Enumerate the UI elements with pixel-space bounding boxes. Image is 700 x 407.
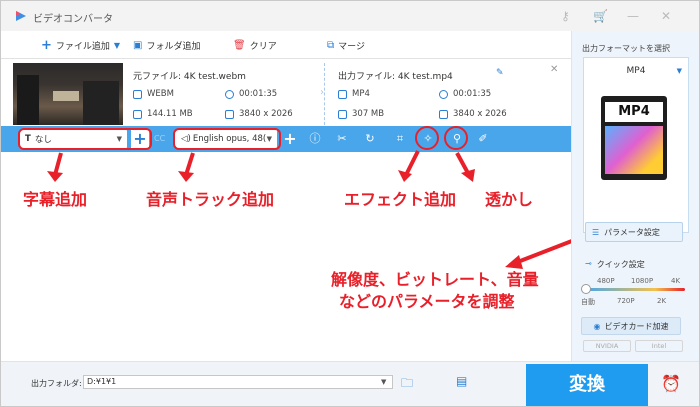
tick-480p: 480P [597, 277, 615, 285]
file-divider [324, 63, 325, 125]
selected-format: MP4 [626, 66, 646, 76]
subtitle-highlight [18, 128, 152, 150]
source-resolution: 3840 x 2026 [225, 109, 293, 119]
sliders-icon: ☰ [592, 227, 600, 237]
remove-file-icon[interactable]: ✕ [550, 64, 558, 75]
minimize-icon[interactable]: — [627, 9, 639, 23]
output-duration: 00:01:35 [439, 89, 491, 99]
effect-annotation: エフェクト追加 [344, 190, 457, 209]
cut-icon[interactable]: ✂ [335, 132, 349, 146]
app-window: ビデオコンバータ ⚷ 🛒 — ✕ + ファイル追加 ▼ ▣ フォルダ追加 🗑 ク… [0, 0, 700, 407]
watermark-highlight [444, 126, 468, 150]
tick-720p: 720P [617, 297, 635, 305]
resolution-icon [225, 109, 234, 119]
bottom-bar: 出力フォルダ: D:¥1¥1 ▼ 🗀 ▤ 変換 ⏰ [1, 361, 699, 406]
tick-1080p: 1080P [631, 277, 654, 285]
clear-button[interactable]: 🗑 クリア [233, 39, 277, 52]
mp4-format-icon: MP4 [601, 96, 667, 180]
cart-icon[interactable]: 🛒 [593, 9, 608, 23]
clock-icon [439, 89, 448, 99]
quick-setting-label: ⊸ クイック設定 [585, 259, 645, 269]
main-toolbar: + ファイル追加 ▼ ▣ フォルダ追加 🗑 クリア ⧉ マージ [1, 31, 571, 59]
video-thumbnail[interactable] [13, 63, 123, 125]
intel-logo: Intel [635, 340, 683, 352]
convert-button[interactable]: 変換 [526, 364, 648, 406]
crop-icon[interactable]: ⌗ [393, 132, 407, 146]
cc-icon: CC [154, 134, 166, 143]
add-folder-button[interactable]: ▣ フォルダ追加 [133, 39, 200, 52]
subtitle-arrow [47, 152, 63, 182]
source-file-label: 元ファイル: 4K test.webm [133, 72, 246, 82]
output-size: 307 MB [338, 109, 384, 119]
rotate-icon[interactable]: ↻ [363, 132, 377, 146]
output-folder-input[interactable]: D:¥1¥1 [83, 375, 393, 389]
audio-arrow [178, 152, 195, 182]
merge-icon: ⧉ [327, 40, 335, 51]
filesize-icon [133, 109, 142, 119]
output-folder-label: 出力フォルダ: [31, 379, 82, 388]
info-icon[interactable]: ⓘ [308, 132, 322, 146]
file-item: 元ファイル: 4K test.webm WEBM 00:01:35 144.11… [9, 59, 565, 129]
output-resolution: 3840 x 2026 [439, 109, 507, 119]
source-duration: 00:01:35 [225, 89, 277, 99]
edit-name-icon[interactable]: ✎ [496, 68, 504, 78]
key-icon[interactable]: ⚷ [561, 9, 570, 23]
gpu-icon: ◉ [593, 321, 601, 331]
trash-icon: 🗑 [233, 40, 246, 51]
quality-slider-track[interactable] [585, 288, 685, 291]
audio-highlight [173, 128, 281, 150]
effect-arrow [398, 150, 420, 182]
quick-icon: ⊸ [585, 259, 592, 268]
clock-icon [225, 89, 234, 99]
chevron-down-icon[interactable]: ▼ [677, 67, 682, 75]
resolution-icon [439, 109, 448, 119]
chevron-down-icon[interactable]: ▼ [381, 378, 386, 386]
params-annotation-line2: などのパラメータを調整 [339, 292, 515, 311]
watermark-arrow [455, 152, 475, 182]
param-area: ☰ パラメータ設定 [577, 214, 687, 247]
subtitle-annotation: 字幕追加 [23, 190, 88, 209]
close-window-icon[interactable]: ✕ [661, 9, 671, 23]
gpu-vendor-logos: NVIDIA Intel [583, 340, 683, 354]
parameter-settings-button[interactable]: ☰ パラメータ設定 [585, 222, 683, 242]
chevron-down-icon[interactable]: ▼ [114, 41, 120, 50]
effect-highlight [415, 126, 439, 150]
gpu-acceleration-button[interactable]: ◉ ビデオカード加速 [581, 317, 681, 335]
add-file-button[interactable]: + ファイル追加 ▼ [41, 37, 120, 53]
format-icon [133, 89, 142, 99]
title-bar: ビデオコンバータ ⚷ 🛒 — ✕ [1, 1, 699, 31]
quality-slider-handle[interactable] [581, 284, 591, 294]
watermark-annotation: 透かし [485, 190, 534, 209]
format-icon [338, 89, 347, 99]
app-logo-icon [16, 11, 26, 21]
source-format: WEBM [133, 89, 174, 99]
audio-annotation: 音声トラック追加 [146, 190, 275, 209]
app-title: ビデオコンバータ [33, 14, 113, 25]
format-panel: 出力フォーマットを選択 MP4 ▼ MP4 [571, 31, 699, 361]
tick-2k: 2K [657, 297, 667, 305]
tick-auto: 自動 [581, 298, 595, 306]
chevron-right-icon: › [320, 87, 324, 98]
format-selector[interactable]: MP4 ▼ MP4 [583, 57, 689, 233]
tick-4k: 4K [671, 277, 681, 285]
filesize-icon [338, 109, 347, 119]
alarm-clock-icon[interactable]: ⏰ [661, 374, 681, 393]
folder-icon: ▣ [133, 40, 143, 51]
nvidia-logo: NVIDIA [583, 340, 631, 352]
add-audio-button[interactable]: + [281, 130, 299, 148]
output-format: MP4 [338, 89, 370, 99]
source-size: 144.11 MB [133, 109, 193, 119]
output-file-label: 出力ファイル: 4K test.mp4 [338, 72, 453, 82]
merge-button[interactable]: ⧉ マージ [327, 39, 365, 52]
edit-subtitle-icon[interactable]: ✐ [476, 132, 490, 146]
output-folder-icon[interactable]: ▤ [456, 374, 467, 388]
params-annotation-line1: 解像度、ビットレート、音量 [331, 270, 539, 289]
open-folder-icon[interactable]: 🗀 [401, 374, 413, 395]
format-panel-label: 出力フォーマットを選択 [582, 44, 670, 53]
plus-icon: + [41, 37, 52, 53]
